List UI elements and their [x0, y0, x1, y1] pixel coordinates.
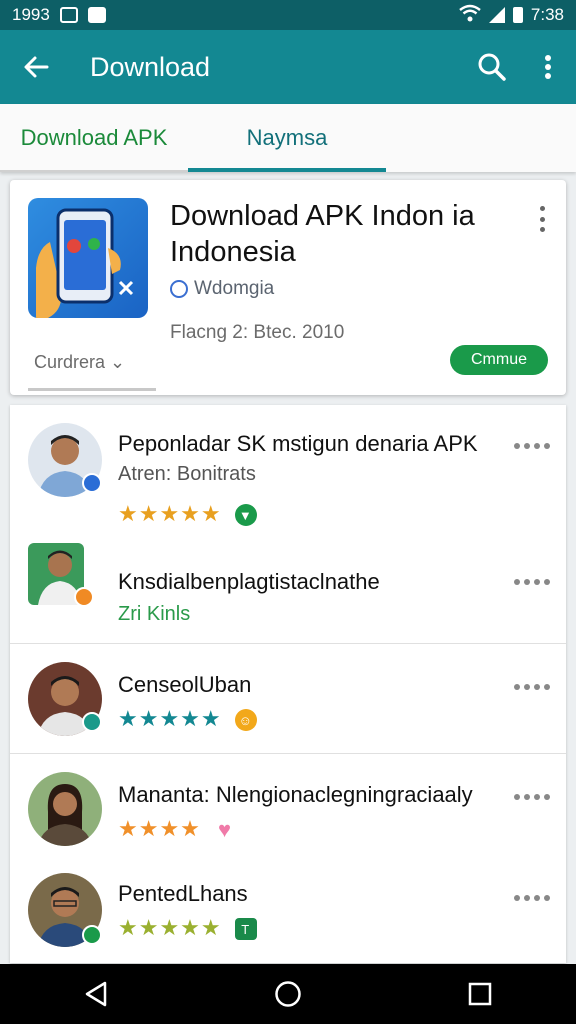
status-badge-icon	[82, 925, 102, 945]
rating-stars: ★★★★★ ▼	[118, 501, 257, 527]
review-name: PentedLhans	[118, 881, 248, 906]
app-title-line2: Indonesia	[170, 236, 296, 268]
heart-icon: ♥	[217, 817, 233, 843]
home-circle-icon	[275, 981, 301, 1007]
nav-recents-button[interactable]	[450, 964, 510, 1024]
system-nav-bar	[0, 964, 576, 1024]
row-more-button[interactable]	[514, 792, 550, 802]
shield-badge-icon: ▼	[234, 504, 257, 527]
battery-icon	[512, 7, 523, 23]
nav-back-button[interactable]	[66, 964, 126, 1024]
app-bar: Download	[0, 30, 576, 104]
row-more-button[interactable]	[514, 682, 550, 692]
tab-naymsa[interactable]: Naymsa	[188, 104, 386, 172]
more-horiz-icon	[514, 895, 520, 901]
list-item[interactable]: Knsdialbenplagtistaclnathe Zri Kinls	[10, 535, 566, 643]
signal-icon	[488, 7, 505, 23]
emoji-icon: ☺	[234, 709, 257, 732]
list-item[interactable]: Mananta: Nlengionaclegningraciaaly ★★★★ …	[10, 754, 566, 858]
list-item[interactable]: Peponladar SK mstigun denaria APK Atren:…	[10, 405, 566, 545]
search-icon	[478, 53, 506, 81]
nav-home-button[interactable]	[258, 964, 318, 1024]
card-underline	[28, 388, 156, 391]
row-more-button[interactable]	[514, 893, 550, 903]
review-list: Peponladar SK mstigun denaria APK Atren:…	[10, 405, 566, 963]
rating-stars: ★★★★★ ☺	[118, 706, 257, 732]
back-arrow-icon	[24, 56, 49, 78]
review-name: Peponladar SK mstigun denaria APK	[118, 431, 478, 456]
continue-button[interactable]: Cmmue	[450, 345, 548, 375]
rating-stars: ★★★★ ♥	[118, 816, 236, 842]
page-title: Download	[90, 51, 211, 82]
shield-badge-icon: T	[234, 918, 257, 941]
back-button[interactable]	[0, 30, 72, 104]
tab-bar: Download APK Naymsa	[0, 104, 576, 172]
image-notification-icon	[87, 7, 106, 23]
row-more-button[interactable]	[514, 441, 550, 451]
status-badge-icon	[74, 587, 94, 607]
category-dropdown[interactable]: Curdrera ⌄	[34, 352, 125, 373]
back-triangle-icon	[85, 981, 107, 1007]
app-title-line1: Download APK Indon ia	[170, 200, 475, 232]
row-more-button[interactable]	[514, 577, 550, 587]
tab-download-apk[interactable]: Download APK	[0, 104, 188, 172]
status-badge-icon	[82, 712, 102, 732]
app-card-more-button[interactable]	[532, 206, 552, 232]
verified-badge-icon	[82, 473, 102, 493]
app-meta: Flacng 2: Btec. 2010	[170, 322, 345, 343]
status-time-left: 1993	[12, 5, 50, 24]
developer-name: Wdomgia	[194, 278, 275, 299]
review-subtitle: Atren: Bonitrats	[118, 463, 256, 485]
rating-stars: ★★★★★ T	[118, 915, 257, 941]
more-vert-icon	[545, 55, 551, 79]
app-icon	[28, 198, 148, 318]
developer-badge-icon	[170, 280, 188, 298]
more-horiz-icon	[514, 794, 520, 800]
more-horiz-icon	[514, 684, 520, 690]
review-name: CenseolUban	[118, 672, 252, 697]
status-time-right: 7:38	[530, 5, 564, 24]
wifi-icon	[459, 4, 481, 27]
review-name: Knsdialbenplagtistaclnathe	[118, 569, 380, 594]
category-label: Curdrera	[34, 352, 106, 372]
developer-row: Wdomgia	[170, 278, 274, 300]
review-name: Mananta: Nlengionaclegningraciaaly	[118, 782, 473, 807]
status-bar: 1993 7:38	[0, 0, 576, 30]
search-button[interactable]	[464, 30, 520, 104]
more-vert-icon	[539, 206, 545, 211]
chevron-down-icon: ⌄	[110, 352, 126, 372]
list-item[interactable]: PentedLhans ★★★★★ T	[10, 863, 566, 963]
more-horiz-icon	[514, 579, 520, 585]
review-subtitle: Zri Kinls	[118, 603, 191, 625]
notification-icon	[59, 7, 78, 23]
more-horiz-icon	[514, 443, 520, 449]
app-card[interactable]: Download APK Indon ia Indonesia Wdomgia …	[10, 180, 566, 395]
recents-square-icon	[468, 982, 492, 1006]
list-item[interactable]: CenseolUban ★★★★★ ☺	[10, 644, 566, 752]
avatar	[28, 772, 102, 846]
overflow-menu-button[interactable]	[520, 30, 576, 104]
